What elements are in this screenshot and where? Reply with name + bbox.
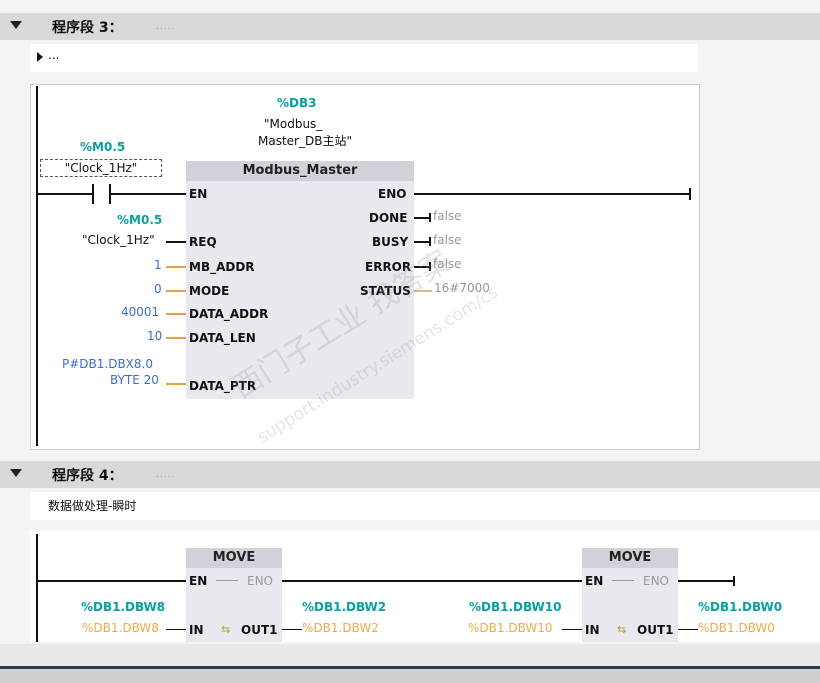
pin-eno: ENO [643, 574, 670, 588]
data-addr-value[interactable]: 40001 [121, 305, 159, 319]
pin-eno: ENO [247, 574, 274, 588]
pin-out1: OUT1 [241, 623, 278, 637]
network-3-comment-row[interactable]: ... [30, 44, 698, 72]
move2-out-live[interactable]: %DB1.DBW0 [698, 621, 775, 635]
eno-wire [414, 193, 690, 195]
collapse-arrow-icon[interactable] [10, 21, 22, 29]
collapse-arrow-icon[interactable] [10, 469, 22, 477]
rung-end [689, 188, 691, 200]
rung-wire [282, 580, 582, 582]
move1-in-live[interactable]: %DB1.DBW8 [82, 621, 159, 635]
en-eno-link [612, 580, 634, 581]
pin-en: EN [189, 574, 208, 588]
pin-mode: MODE [189, 284, 230, 298]
power-rail [36, 534, 38, 642]
data-ptr-wire [166, 383, 186, 385]
contact-left-bar[interactable] [92, 184, 94, 204]
pin-en: EN [585, 574, 604, 588]
instance-db-address: %DB3 [277, 96, 317, 110]
move1-in-address: %DB1.DBW8 [81, 600, 166, 614]
data-ptr-value-2[interactable]: BYTE 20 [110, 373, 159, 387]
rung-wire [111, 193, 186, 195]
pin-busy: BUSY [372, 235, 409, 249]
req-address: %M0.5 [117, 213, 163, 227]
instance-db-name-1: "Modbus_ [264, 117, 323, 131]
pin-done: DONE [369, 211, 408, 225]
req-tag[interactable]: "Clock_1Hz" [82, 233, 155, 247]
network-description: 数据做处理-瞬时 [48, 499, 137, 513]
network-4-comment-row[interactable]: 数据做处理-瞬时 [30, 492, 820, 520]
mode-value[interactable]: 0 [154, 282, 162, 296]
network-comment[interactable]: ..... [156, 470, 175, 480]
transfer-icon: ⇆ [221, 623, 231, 636]
bottom-spacer [0, 644, 820, 666]
block-name: Modbus_Master [186, 161, 414, 181]
network-comment[interactable]: ..... [156, 22, 175, 32]
rung-wire [38, 580, 186, 582]
done-value: false [433, 209, 462, 223]
contact-address: %M0.5 [80, 140, 126, 154]
req-wire [166, 241, 186, 243]
pin-data-len: DATA_LEN [189, 331, 256, 345]
data-len-wire [166, 337, 186, 339]
pin-en: EN [189, 187, 208, 201]
rung-wire [38, 193, 92, 195]
transfer-icon: ⇆ [617, 623, 627, 636]
contact-tag-name[interactable]: "Clock_1Hz" [40, 159, 162, 177]
expand-arrow-icon[interactable] [37, 52, 43, 62]
done-stub [429, 213, 431, 222]
mb-addr-wire [166, 266, 186, 268]
done-wire [414, 217, 430, 219]
pin-in: IN [585, 623, 600, 637]
network-title: 程序段 3： [52, 20, 123, 36]
rung-wire [678, 580, 734, 582]
pin-mb-addr: MB_ADDR [189, 260, 255, 274]
network-3-header[interactable]: 程序段 3： ..... [0, 13, 820, 40]
status-bar [0, 669, 820, 683]
out-wire [282, 629, 302, 630]
pin-req: REQ [189, 235, 217, 249]
pin-in: IN [189, 623, 204, 637]
move2-out-address: %DB1.DBW0 [698, 600, 783, 614]
pin-eno: ENO [378, 187, 407, 201]
in-wire [166, 629, 186, 630]
move2-in-live[interactable]: %DB1.DBW10 [468, 621, 553, 635]
block-name: MOVE [186, 548, 282, 568]
block-name: MOVE [582, 548, 678, 568]
network-4-header[interactable]: 程序段 4： ..... [0, 461, 820, 488]
power-rail [36, 86, 38, 446]
in-wire [562, 629, 582, 630]
move1-out-live[interactable]: %DB1.DBW2 [302, 621, 379, 635]
move2-in-address: %DB1.DBW10 [469, 600, 562, 614]
pin-data-addr: DATA_ADDR [189, 307, 269, 321]
move1-out-address: %DB1.DBW2 [302, 600, 387, 614]
pin-out1: OUT1 [637, 623, 674, 637]
data-ptr-value-1[interactable]: P#DB1.DBX8.0 [62, 357, 153, 371]
mb-addr-value[interactable]: 1 [154, 258, 162, 272]
out-wire [678, 629, 698, 630]
instance-db-name-2: Master_DB主站" [258, 134, 352, 148]
network-title: 程序段 4： [52, 468, 123, 484]
rung-end [733, 576, 735, 586]
en-eno-link [216, 580, 238, 581]
network-sub-comment: ... [48, 48, 60, 62]
data-len-value[interactable]: 10 [147, 329, 162, 343]
data-addr-wire [166, 313, 186, 315]
mode-wire [166, 290, 186, 292]
